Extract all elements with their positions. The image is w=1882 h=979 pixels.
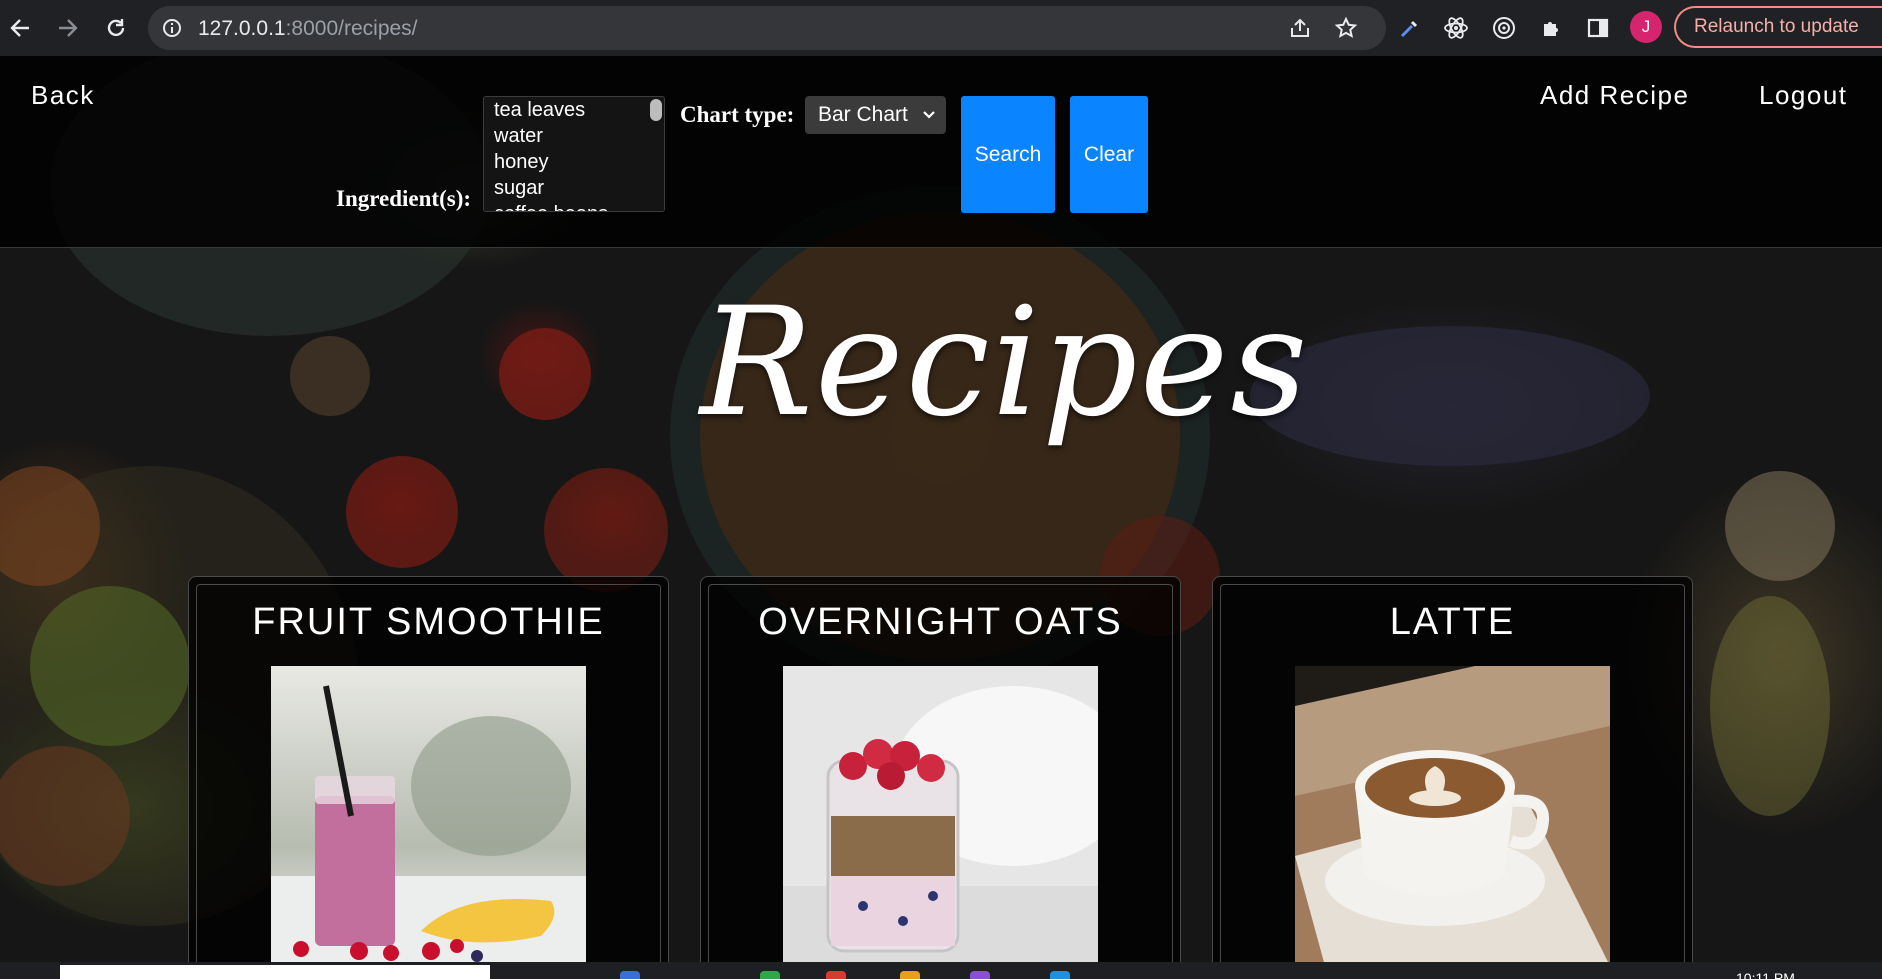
recipe-card[interactable]: FRUIT SMOOTHIE xyxy=(188,576,669,962)
side-panel-icon[interactable] xyxy=(1582,12,1614,44)
taskbar-search-box[interactable] xyxy=(60,965,490,979)
recipe-title[interactable]: OVERNIGHT OATS xyxy=(701,601,1180,644)
recipes-page: Back Add Recipe Logout Ingredient(s): te… xyxy=(0,56,1882,962)
ingredient-option[interactable]: sugar xyxy=(484,175,664,201)
recipe-card[interactable]: LATTE xyxy=(1212,576,1693,962)
add-recipe-link[interactable]: Add Recipe xyxy=(1540,80,1689,111)
os-taskbar: 10:11 PM xyxy=(0,962,1882,979)
taskbar-clock: 10:11 PM xyxy=(1736,970,1795,979)
overnight-oats-photo[interactable] xyxy=(783,666,1098,962)
chart-type-select[interactable]: Bar Chart xyxy=(805,96,946,134)
top-navigation-bar: Back Add Recipe Logout Ingredient(s): te… xyxy=(0,56,1882,248)
page-title: Recipes xyxy=(700,276,1310,450)
bookmark-star-icon[interactable] xyxy=(1334,16,1358,45)
chart-type-label: Chart type: xyxy=(680,102,795,127)
recipe-card[interactable]: OVERNIGHT OATS xyxy=(700,576,1181,962)
logout-link[interactable]: Logout xyxy=(1759,80,1848,111)
recipe-title[interactable]: FRUIT SMOOTHIE xyxy=(189,601,668,644)
react-devtools-icon[interactable] xyxy=(1440,12,1472,44)
taskbar-app-icon[interactable] xyxy=(1050,971,1070,979)
ingredients-multiselect[interactable]: tea leaves water honey sugar coffee bean… xyxy=(483,96,665,212)
taskbar-app-icon[interactable] xyxy=(970,971,990,979)
fruit-smoothie-photo[interactable] xyxy=(271,666,586,962)
ingredient-option[interactable]: water xyxy=(484,123,664,149)
ingredient-option[interactable]: tea leaves xyxy=(484,97,664,123)
taskbar-app-icon[interactable] xyxy=(826,971,846,979)
latte-photo[interactable] xyxy=(1295,666,1610,962)
address-bar[interactable]: 127.0.0.1:8000/recipes/ xyxy=(148,6,1386,50)
reload-icon[interactable] xyxy=(98,10,134,46)
taskbar-app-icon[interactable] xyxy=(900,971,920,979)
target-extension-icon[interactable] xyxy=(1488,12,1520,44)
taskbar-app-icon[interactable] xyxy=(620,971,640,979)
taskbar-app-icon[interactable] xyxy=(760,971,780,979)
clear-button[interactable]: Clear xyxy=(1070,96,1148,213)
eyedropper-extension-icon[interactable] xyxy=(1394,12,1426,44)
relaunch-to-update-button[interactable]: Relaunch to update xyxy=(1674,6,1882,48)
chevron-down-icon xyxy=(922,96,936,147)
profile-avatar[interactable]: J xyxy=(1630,11,1662,43)
ingredients-label: Ingredient(s): xyxy=(336,186,472,211)
back-link[interactable]: Back xyxy=(31,80,95,111)
recipe-title[interactable]: LATTE xyxy=(1213,601,1692,644)
back-arrow-icon[interactable] xyxy=(2,10,38,46)
url-text: 127.0.0.1:8000/recipes/ xyxy=(198,17,418,40)
site-info-icon[interactable] xyxy=(162,18,182,43)
extensions-puzzle-icon[interactable] xyxy=(1536,12,1568,44)
ingredient-option[interactable]: honey xyxy=(484,149,664,175)
search-button[interactable]: Search xyxy=(961,96,1055,213)
ingredients-scrollbar[interactable] xyxy=(650,99,662,121)
forward-arrow-icon[interactable] xyxy=(50,10,86,46)
share-icon[interactable] xyxy=(1288,16,1312,45)
ingredient-option[interactable]: coffee beans xyxy=(484,201,664,211)
chart-type-value: Bar Chart xyxy=(818,103,908,126)
browser-toolbar: 127.0.0.1:8000/recipes/ J Relaunch to up… xyxy=(0,0,1882,56)
